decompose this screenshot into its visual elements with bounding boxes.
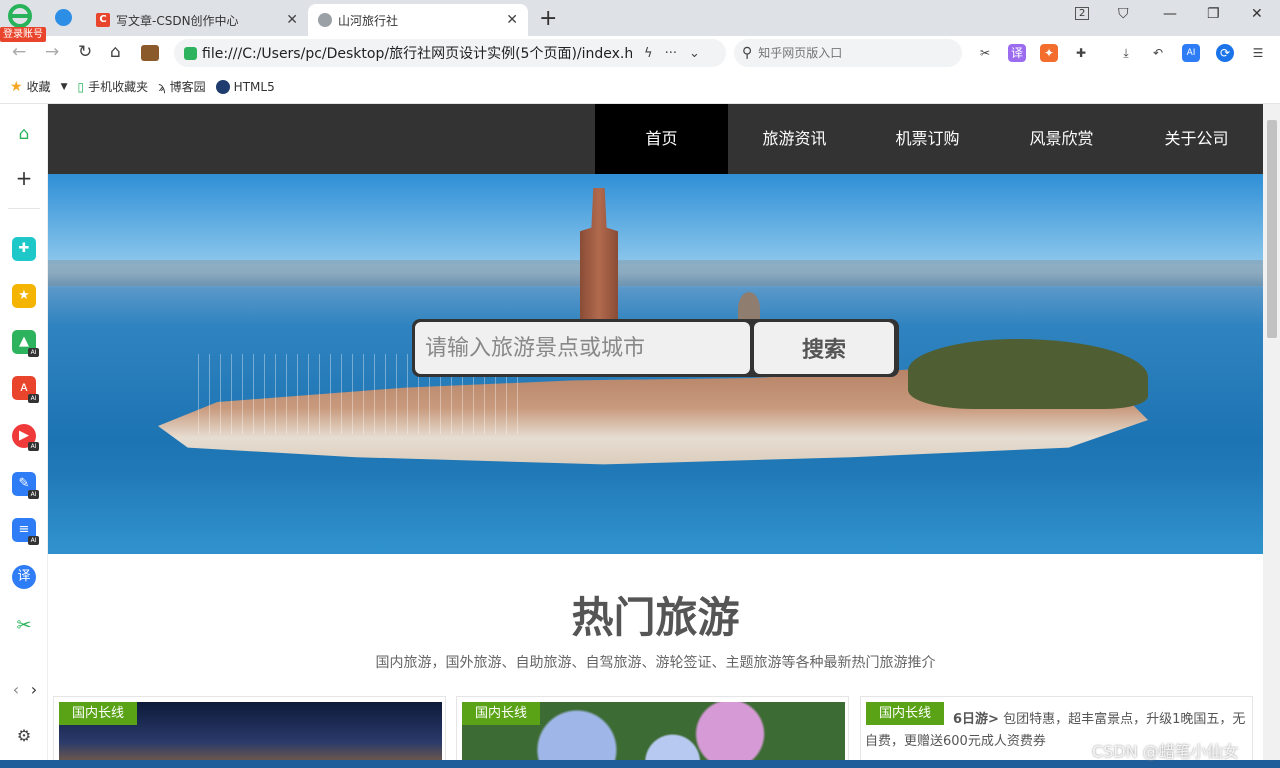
- chevron-right-icon[interactable]: ›: [22, 678, 46, 702]
- tour-card[interactable]: 国内长线: [53, 696, 446, 768]
- bookmark-label: 手机收藏夹: [88, 80, 149, 94]
- globe-icon: [318, 13, 332, 27]
- os-taskbar: [0, 760, 1280, 768]
- browser-toolbar: ← → ↻ ⌂ file:///C:/Users/pc/Desktop/旅行社网…: [0, 36, 1280, 70]
- tour-card-tag: 国内长线: [462, 702, 541, 725]
- briefcase-icon[interactable]: [141, 45, 159, 61]
- minimize-icon[interactable]: —: [1163, 6, 1177, 22]
- image-ai-icon[interactable]: ▲ AI: [12, 330, 39, 357]
- address-bar[interactable]: file:///C:/Users/pc/Desktop/旅行社网页设计实例(5个…: [174, 39, 726, 67]
- tour-card[interactable]: 国内长线: [456, 696, 849, 768]
- translate-icon[interactable]: 译: [1008, 44, 1026, 62]
- blog-icon: ϡ: [158, 79, 166, 94]
- nav-about[interactable]: 关于公司: [1130, 104, 1263, 174]
- browser-tab-bar: 登录账号 C 写文章-CSDN创作中心 ✕ 山河旅行社 ✕ + 2 ⛉ — ❐ …: [0, 0, 1280, 42]
- hero-distant-shore: [48, 260, 1263, 286]
- phone-icon: ▯: [77, 79, 85, 94]
- lightning-icon[interactable]: ϟ: [644, 46, 653, 61]
- page-scrollbar[interactable]: [1263, 104, 1280, 768]
- pdf-ai-icon[interactable]: ᴀ AI: [12, 376, 39, 403]
- game-icon[interactable]: ✦: [1040, 44, 1058, 62]
- hero-water: [48, 474, 1263, 554]
- star-icon: ★: [10, 78, 23, 95]
- hero-sky: [48, 174, 1263, 264]
- search-icon: ⚲: [742, 45, 753, 61]
- nav-travel-news[interactable]: 旅游资讯: [728, 104, 861, 174]
- shirt-skin-icon[interactable]: ⛉: [1118, 6, 1129, 22]
- tab-count-badge[interactable]: 2: [1075, 7, 1090, 20]
- bookmark-mobile[interactable]: ▯ 手机收藏夹: [78, 78, 149, 95]
- login-badge[interactable]: 登录账号: [0, 27, 46, 42]
- browser-sidebar: ⌂ + ✚ ★ ▲ AI ᴀ AI ▶ AI ✎ AI ≡ AI 译 ✂ ‹ › ⚙: [0, 104, 48, 768]
- nav-home[interactable]: 首页: [595, 104, 728, 174]
- translate-icon[interactable]: 译: [12, 565, 36, 589]
- bookmark-label: 博客园: [169, 80, 206, 94]
- back-arrow-icon[interactable]: ←: [12, 42, 26, 62]
- window-close-icon[interactable]: ✕: [1251, 6, 1263, 22]
- site-navigation: 首页 旅游资讯 机票订购 风景欣赏 关于公司: [48, 104, 1263, 174]
- url-text[interactable]: file:///C:/Users/pc/Desktop/旅行社网页设计实例(5个…: [202, 43, 632, 63]
- scissors-icon[interactable]: ✂: [12, 614, 36, 638]
- settings-gear-icon[interactable]: ⚙: [12, 724, 36, 748]
- secure-shield-icon: [184, 46, 197, 60]
- tour-card-highlight: 6日游>: [953, 712, 999, 727]
- add-plus-icon[interactable]: +: [12, 166, 36, 190]
- bookmark-label: HTML5: [233, 79, 275, 94]
- more-dots-icon[interactable]: ···: [665, 46, 677, 61]
- plus-tool-icon[interactable]: ✚: [12, 237, 36, 261]
- section-title: 热门旅游: [571, 593, 740, 642]
- nav-scenery[interactable]: 风景欣赏: [995, 104, 1128, 174]
- close-icon[interactable]: ✕: [286, 12, 298, 28]
- new-tab-plus-icon[interactable]: +: [539, 6, 557, 31]
- close-icon[interactable]: ✕: [506, 12, 518, 28]
- ai-assistant-icon[interactable]: AI: [1182, 44, 1200, 62]
- scissors-icon[interactable]: ✂: [976, 44, 994, 62]
- browser-search-box[interactable]: ⚲: [734, 39, 962, 67]
- bookmark-html5[interactable]: HTML5: [215, 79, 275, 94]
- star-favorites-icon[interactable]: ★: [12, 284, 36, 308]
- sidebar-divider: [8, 208, 40, 209]
- tab-csdn[interactable]: C 写文章-CSDN创作中心 ✕: [86, 4, 308, 36]
- tab-title: 山河旅行社: [338, 13, 399, 28]
- tab-title: 写文章-CSDN创作中心: [116, 13, 239, 28]
- video-ai-icon[interactable]: ▶ AI: [12, 424, 39, 451]
- tab-travel-agency[interactable]: 山河旅行社 ✕: [308, 4, 528, 36]
- bookmark-favorites[interactable]: ★ 收藏 ▼: [10, 78, 68, 95]
- bookmarks-bar: ★ 收藏 ▼ ▯ 手机收藏夹 ϡ 博客园 HTML5: [0, 70, 1280, 104]
- page-viewport: 首页 旅游资讯 机票订购 风景欣赏 关于公司 搜索 热门旅游 国内旅游，国外旅游…: [48, 104, 1263, 768]
- edit-ai-icon[interactable]: ✎ AI: [12, 472, 39, 499]
- site-search-input[interactable]: [415, 322, 750, 374]
- csdn-favicon-icon: C: [96, 13, 110, 27]
- chevron-down-icon[interactable]: ⌄: [689, 46, 700, 61]
- site-search-button[interactable]: 搜索: [754, 322, 894, 374]
- hero-trees: [908, 339, 1148, 409]
- caret-down-icon[interactable]: ▼: [61, 82, 68, 92]
- browser-search-input[interactable]: [758, 46, 949, 60]
- hero-banner-image: 搜索: [48, 174, 1263, 554]
- telegram-icon[interactable]: [55, 9, 72, 26]
- puzzle-extension-icon[interactable]: ✚: [1072, 44, 1090, 62]
- document-ai-icon[interactable]: ≡ AI: [12, 518, 39, 545]
- menu-icon[interactable]: ☰: [1249, 44, 1267, 62]
- undo-icon[interactable]: ↶: [1149, 44, 1167, 62]
- scrollbar-thumb[interactable]: [1267, 120, 1277, 338]
- csdn-watermark: CSDN @蜡笔小仙女: [1092, 742, 1239, 761]
- home-icon[interactable]: ⌂: [12, 122, 36, 146]
- reload-icon[interactable]: ↻: [78, 42, 92, 62]
- section-subtitle: 国内旅游，国外旅游、自助旅游、自驾旅游、游轮签证、主题旅游等各种最新热门旅游推介: [375, 655, 936, 671]
- tour-card-tag: 国内长线: [866, 702, 945, 725]
- restore-icon[interactable]: ❐: [1207, 6, 1220, 22]
- download-icon[interactable]: ⤓: [1117, 44, 1135, 62]
- home-icon[interactable]: ⌂: [110, 42, 121, 62]
- html5-icon: [215, 79, 230, 94]
- site-search-form: 搜索: [412, 319, 899, 377]
- bookmark-cnblogs[interactable]: ϡ 博客园: [158, 78, 206, 95]
- forward-arrow-icon[interactable]: →: [45, 42, 59, 62]
- bookmark-label: 收藏: [26, 80, 51, 94]
- nav-flight-booking[interactable]: 机票订购: [861, 104, 994, 174]
- browser-logo-icon[interactable]: [6, 4, 34, 28]
- tour-card-tag: 国内长线: [59, 702, 138, 725]
- sync-icon[interactable]: ⟳: [1216, 44, 1234, 62]
